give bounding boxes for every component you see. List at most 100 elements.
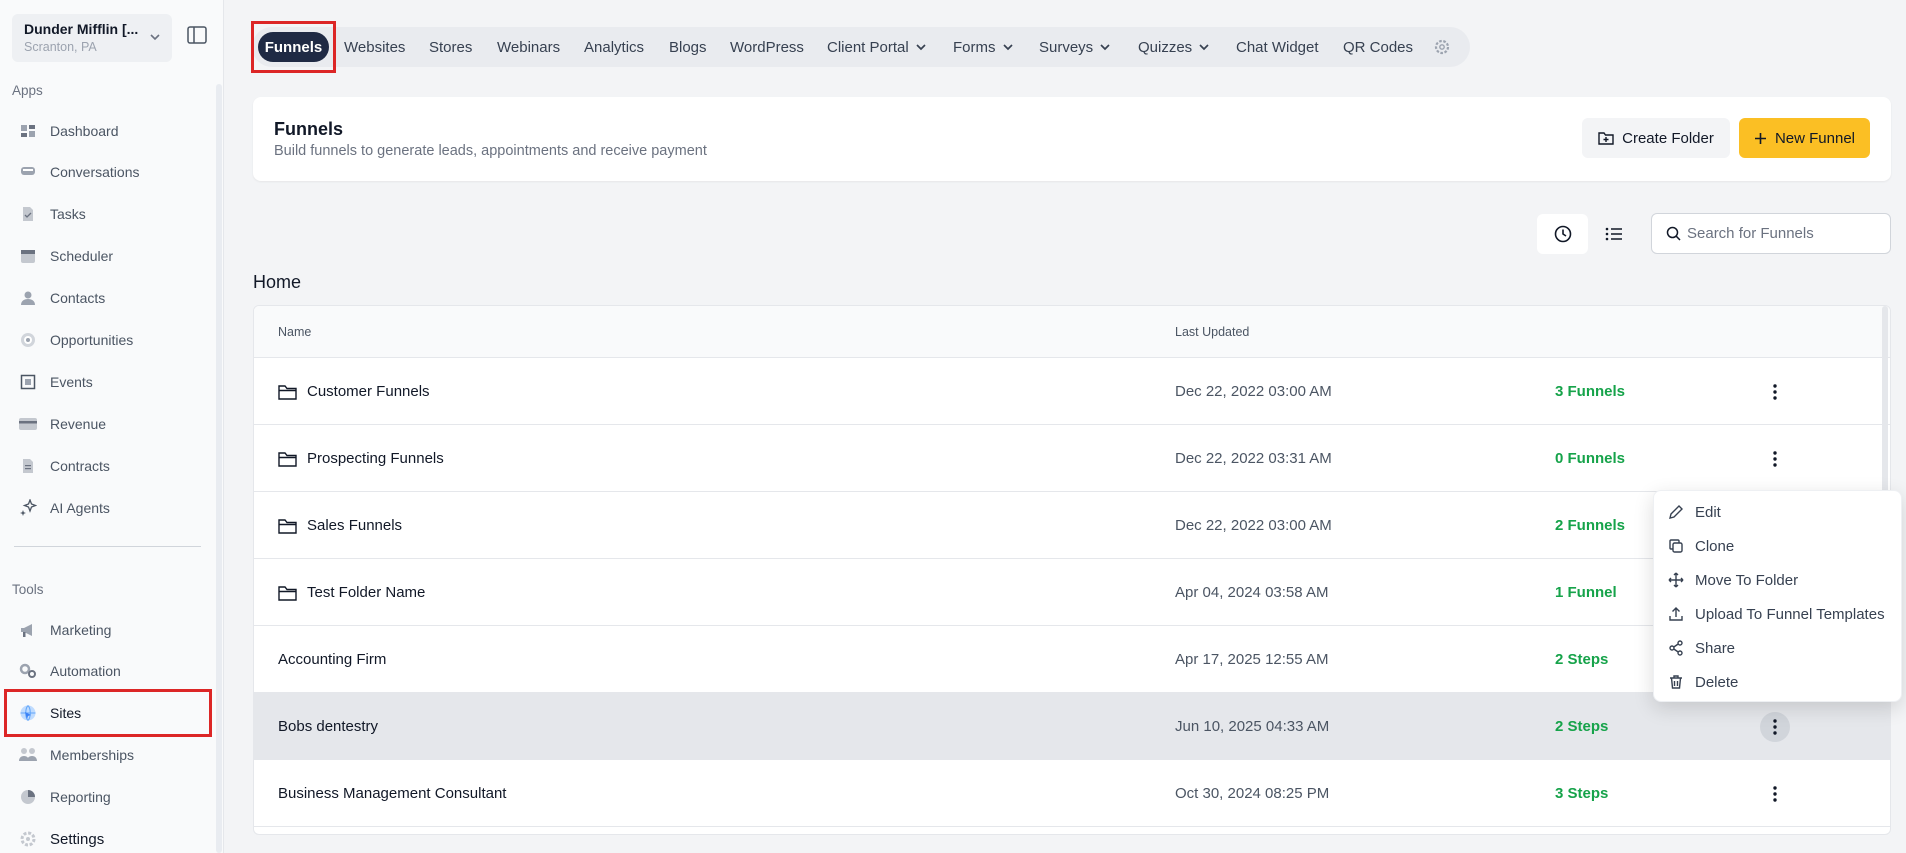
row-name[interactable]: Test Folder Name [307, 584, 425, 601]
sidebar-item-automation[interactable]: Automation [12, 652, 210, 690]
table-row[interactable]: Customer Funnels Dec 22, 2022 03:00 AM 3… [254, 358, 1890, 425]
recent-view-toggle[interactable] [1537, 214, 1588, 254]
kebab-menu-icon [1773, 451, 1777, 467]
sidebar-item-label: Events [50, 374, 93, 390]
nav-settings-gear-icon[interactable] [1433, 38, 1451, 56]
sidebar-item-scheduler[interactable]: Scheduler [12, 237, 210, 275]
sidebar-item-dashboard[interactable]: Dashboard [12, 112, 210, 150]
chevron-down-icon [1199, 44, 1209, 51]
events-icon [19, 373, 37, 391]
menu-item-clone[interactable]: Clone [1654, 529, 1901, 563]
funnels-table: Name Last Updated Customer Funnels Dec 2… [253, 305, 1891, 835]
row-name[interactable]: Business Management Consultant [278, 785, 506, 802]
sidebar-item-tasks[interactable]: Tasks [12, 195, 210, 233]
apps-section-label: Apps [12, 83, 43, 98]
funnels-tab-highlight-box [251, 21, 336, 73]
menu-item-move-to-folder[interactable]: Move To Folder [1654, 563, 1901, 597]
menu-item-upload-to-templates[interactable]: Upload To Funnel Templates [1654, 597, 1901, 631]
sidebar-item-memberships[interactable]: Memberships [12, 736, 210, 774]
sidebar-item-label: Opportunities [50, 332, 134, 348]
sidebar-item-ai-agents[interactable]: AI Agents [12, 489, 210, 527]
tab-chat-widget[interactable]: Chat Widget [1236, 27, 1319, 67]
row-actions-button[interactable] [1760, 377, 1790, 407]
tab-wordpress[interactable]: WordPress [730, 27, 804, 67]
sidebar-item-contracts[interactable]: Contracts [12, 447, 210, 485]
tab-forms[interactable]: Forms [953, 27, 1014, 67]
tab-label: Webinars [497, 38, 561, 56]
sidebar-item-label: Revenue [50, 416, 107, 432]
tab-label: Client Portal [827, 38, 909, 56]
trash-icon [1670, 675, 1682, 689]
menu-item-share[interactable]: Share [1654, 631, 1901, 665]
card-icon [19, 415, 37, 433]
tab-stores[interactable]: Stores [429, 27, 472, 67]
sidebar-item-marketing[interactable]: Marketing [12, 611, 210, 649]
tab-blogs[interactable]: Blogs [669, 27, 707, 67]
menu-item-label: Move To Folder [1695, 571, 1799, 589]
search-field[interactable] [1651, 213, 1891, 254]
tab-label: Stores [429, 38, 473, 56]
sidebar-item-label: Conversations [50, 164, 140, 180]
folder-icon [278, 518, 297, 534]
sidebar-item-events[interactable]: Events [12, 363, 210, 401]
row-actions-button-active[interactable] [1760, 712, 1790, 742]
tab-surveys[interactable]: Surveys [1039, 27, 1111, 67]
folder-icon [278, 585, 297, 601]
location-switcher[interactable]: Dunder Mifflin [... Scranton, PA [12, 14, 172, 62]
tab-analytics[interactable]: Analytics [584, 27, 644, 67]
tab-websites[interactable]: Websites [344, 27, 405, 67]
table-row[interactable]: Accounting Firm Apr 17, 2025 12:55 AM 2 … [254, 626, 1890, 693]
tab-qr-codes[interactable]: QR Codes [1343, 27, 1413, 67]
create-folder-label: Create Folder [1622, 129, 1714, 147]
column-header-name[interactable]: Name [278, 325, 311, 339]
sidebar-scrollbar[interactable] [216, 84, 222, 853]
table-row[interactable]: Test Folder Name Apr 04, 2024 03:58 AM 1… [254, 559, 1890, 626]
new-funnel-button[interactable]: New Funnel [1739, 118, 1870, 158]
tab-client-portal[interactable]: Client Portal [827, 27, 927, 67]
column-header-last-updated[interactable]: Last Updated [1175, 325, 1249, 339]
table-row[interactable]: Business Management Consultant Oct 30, 2… [254, 760, 1890, 827]
row-actions-button[interactable] [1760, 444, 1790, 474]
create-folder-button[interactable]: Create Folder [1582, 118, 1730, 158]
sidebar-item-reporting[interactable]: Reporting [12, 778, 210, 816]
folder-icon [278, 384, 297, 400]
table-row[interactable]: Sales Funnels Dec 22, 2022 03:00 AM 2 Fu… [254, 492, 1890, 559]
row-count: 2 Funnels [1555, 517, 1626, 534]
row-name[interactable]: Accounting Firm [278, 651, 386, 668]
sidebar-item-label: Contacts [50, 290, 106, 306]
pencil-icon [1669, 505, 1683, 519]
share-icon [1669, 640, 1683, 656]
row-count: 2 Steps [1555, 651, 1609, 668]
menu-item-delete[interactable]: Delete [1654, 665, 1901, 699]
sidebar-item-settings[interactable]: Settings [12, 820, 210, 853]
plus-icon [1754, 132, 1766, 144]
row-count: 3 Funnels [1555, 383, 1626, 400]
list-view-toggle[interactable] [1588, 214, 1639, 254]
tab-label: Chat Widget [1236, 38, 1319, 56]
table-row-selected[interactable]: Bobs dentestry Jun 10, 2025 04:33 AM 2 S… [254, 693, 1890, 760]
sidebar-item-label: Reporting [50, 789, 111, 805]
row-last-updated: Dec 22, 2022 03:31 AM [1175, 450, 1332, 467]
search-input[interactable] [1687, 225, 1877, 242]
target-icon [19, 331, 37, 349]
chevron-down-icon [150, 34, 160, 41]
sidebar-item-revenue[interactable]: Revenue [12, 405, 210, 443]
sidebar-collapse-icon[interactable] [187, 26, 207, 44]
row-name[interactable]: Bobs dentestry [278, 718, 378, 735]
sidebar-divider [14, 546, 201, 547]
row-name[interactable]: Sales Funnels [307, 517, 402, 534]
tab-webinars[interactable]: Webinars [497, 27, 560, 67]
sidebar-item-conversations[interactable]: Conversations [12, 153, 210, 191]
sidebar-item-contacts[interactable]: Contacts [12, 279, 210, 317]
sidebar-item-opportunities[interactable]: Opportunities [12, 321, 210, 359]
row-name[interactable]: Customer Funnels [307, 383, 430, 400]
table-row[interactable]: Prospecting Funnels Dec 22, 2022 03:31 A… [254, 425, 1890, 492]
row-actions-button[interactable] [1760, 779, 1790, 809]
dashboard-icon [19, 122, 37, 140]
tab-quizzes[interactable]: Quizzes [1138, 27, 1210, 67]
row-name[interactable]: Prospecting Funnels [307, 450, 444, 467]
row-count: 2 Steps [1555, 718, 1609, 735]
menu-item-label: Upload To Funnel Templates [1695, 605, 1885, 623]
menu-item-edit[interactable]: Edit [1654, 495, 1901, 529]
tab-label: Websites [344, 38, 406, 56]
